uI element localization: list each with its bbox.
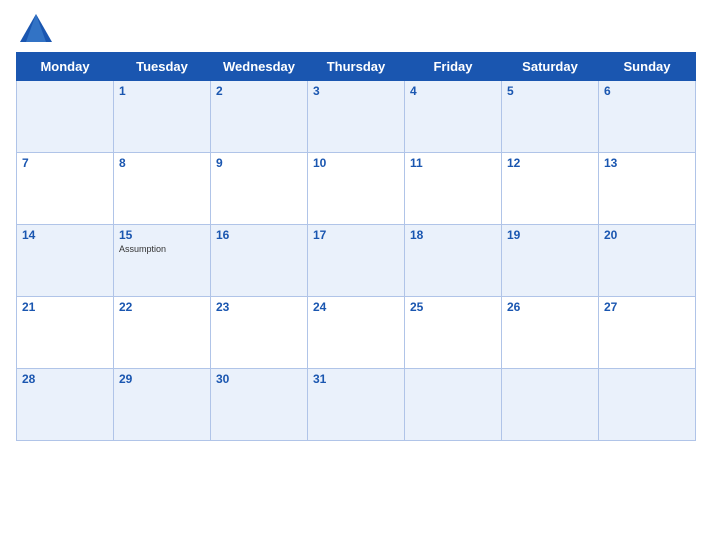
day-number: 15 — [119, 228, 205, 242]
day-number: 27 — [604, 300, 690, 314]
day-cell: 1 — [114, 81, 211, 153]
day-cell: 7 — [17, 153, 114, 225]
day-cell: 18 — [405, 225, 502, 297]
day-number: 31 — [313, 372, 399, 386]
day-cell: 16 — [211, 225, 308, 297]
day-number: 25 — [410, 300, 496, 314]
day-number: 29 — [119, 372, 205, 386]
day-number: 21 — [22, 300, 108, 314]
day-number: 9 — [216, 156, 302, 170]
day-cell: 28 — [17, 369, 114, 441]
day-number: 23 — [216, 300, 302, 314]
week-row-1: 123456 — [17, 81, 696, 153]
day-number: 30 — [216, 372, 302, 386]
day-number: 16 — [216, 228, 302, 242]
day-cell — [502, 369, 599, 441]
day-cell: 20 — [599, 225, 696, 297]
day-cell: 2 — [211, 81, 308, 153]
day-cell: 26 — [502, 297, 599, 369]
day-number: 17 — [313, 228, 399, 242]
day-number: 7 — [22, 156, 108, 170]
calendar-page: MondayTuesdayWednesdayThursdayFridaySatu… — [0, 0, 712, 550]
calendar-table: MondayTuesdayWednesdayThursdayFridaySatu… — [16, 52, 696, 441]
day-cell: 12 — [502, 153, 599, 225]
day-cell: 15 Assumption — [114, 225, 211, 297]
day-cell: 9 — [211, 153, 308, 225]
day-number: 10 — [313, 156, 399, 170]
column-header-thursday: Thursday — [308, 53, 405, 81]
day-cell — [17, 81, 114, 153]
day-number: 1 — [119, 84, 205, 98]
day-cell: 25 — [405, 297, 502, 369]
day-number: 19 — [507, 228, 593, 242]
calendar-header — [16, 10, 696, 46]
day-cell: 3 — [308, 81, 405, 153]
day-number: 13 — [604, 156, 690, 170]
day-cell — [599, 369, 696, 441]
day-cell: 14 — [17, 225, 114, 297]
day-number: 22 — [119, 300, 205, 314]
day-cell: 17 — [308, 225, 405, 297]
day-cell: 10 — [308, 153, 405, 225]
day-cell: 21 — [17, 297, 114, 369]
day-cell: 24 — [308, 297, 405, 369]
column-header-saturday: Saturday — [502, 53, 599, 81]
day-cell: 11 — [405, 153, 502, 225]
day-number: 28 — [22, 372, 108, 386]
column-header-tuesday: Tuesday — [114, 53, 211, 81]
day-number: 4 — [410, 84, 496, 98]
day-cell: 13 — [599, 153, 696, 225]
day-cell: 5 — [502, 81, 599, 153]
day-number: 5 — [507, 84, 593, 98]
day-number: 3 — [313, 84, 399, 98]
day-number: 6 — [604, 84, 690, 98]
logo — [18, 10, 58, 46]
day-number: 12 — [507, 156, 593, 170]
column-header-wednesday: Wednesday — [211, 53, 308, 81]
week-row-2: 789 10 11 12 13 — [17, 153, 696, 225]
week-row-5: 28 29 30 31 — [17, 369, 696, 441]
holiday-label: Assumption — [119, 244, 205, 254]
day-number: 14 — [22, 228, 108, 242]
day-cell: 23 — [211, 297, 308, 369]
column-header-monday: Monday — [17, 53, 114, 81]
day-cell: 29 — [114, 369, 211, 441]
day-number: 26 — [507, 300, 593, 314]
day-number: 20 — [604, 228, 690, 242]
day-number: 18 — [410, 228, 496, 242]
day-cell: 30 — [211, 369, 308, 441]
day-cell: 31 — [308, 369, 405, 441]
day-number: 24 — [313, 300, 399, 314]
week-row-4: 21 22 23 24 25 26 27 — [17, 297, 696, 369]
week-row-3: 14 15 Assumption 16 17 18 19 20 — [17, 225, 696, 297]
day-cell: 19 — [502, 225, 599, 297]
day-number: 2 — [216, 84, 302, 98]
column-header-sunday: Sunday — [599, 53, 696, 81]
day-cell: 22 — [114, 297, 211, 369]
day-cell — [405, 369, 502, 441]
day-number: 8 — [119, 156, 205, 170]
days-header-row: MondayTuesdayWednesdayThursdayFridaySatu… — [17, 53, 696, 81]
day-cell: 8 — [114, 153, 211, 225]
day-cell: 6 — [599, 81, 696, 153]
day-number: 11 — [410, 156, 496, 170]
column-header-friday: Friday — [405, 53, 502, 81]
logo-icon — [18, 10, 54, 46]
day-cell: 4 — [405, 81, 502, 153]
day-cell: 27 — [599, 297, 696, 369]
